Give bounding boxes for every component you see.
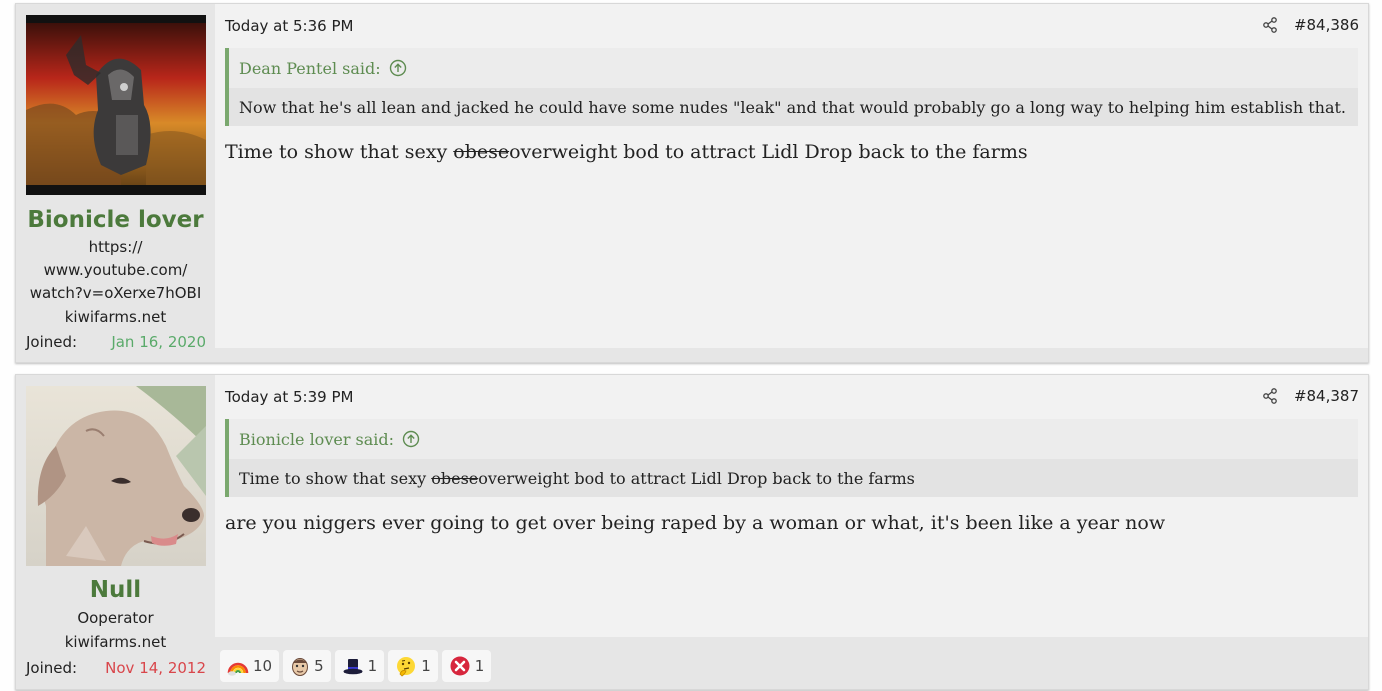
user-title-line: watch?v=oXerxe7hOBI	[29, 284, 202, 302]
reaction-count: 1	[367, 657, 378, 675]
post-date[interactable]: Today at 5:39 PM	[225, 388, 353, 406]
message-text: Time to show that sexy obeseoverweight b…	[225, 141, 1028, 163]
red-x-icon	[450, 656, 470, 676]
quote-part: overweight bod to attract Lidl Drop back…	[478, 469, 915, 488]
quote-header[interactable]: Dean Pentel said:	[229, 48, 1358, 88]
post: Null Ooperator kiwifarms.net Joined: Nov…	[15, 374, 1369, 690]
post-footer	[215, 348, 1368, 362]
reaction-face[interactable]: 5	[283, 650, 331, 682]
post-main: Today at 5:39 PM #84,387 Bionicle lover …	[215, 375, 1368, 689]
share-icon[interactable]	[1262, 388, 1278, 404]
message-text: are you niggers ever going to get over b…	[225, 512, 1166, 534]
user-title-line: Ooperator	[77, 609, 154, 627]
post: Bionicle lover https:// www.youtube.com/…	[15, 3, 1369, 363]
user-title-line: www.youtube.com/	[43, 261, 188, 279]
thread: Bionicle lover https:// www.youtube.com/…	[0, 0, 1382, 691]
joined-row: Joined: Nov 14, 2012	[26, 659, 206, 677]
user-cell: Bionicle lover https:// www.youtube.com/…	[16, 4, 215, 362]
reaction-count: 5	[314, 657, 324, 675]
message-struck: obese	[453, 141, 510, 163]
quote-author[interactable]: Dean Pentel said:	[239, 59, 381, 78]
reaction-bar: 10 5 1 1 1	[220, 650, 492, 682]
face-icon	[292, 658, 309, 676]
joined-date: Jan 16, 2020	[111, 333, 206, 351]
post-meta-right: #84,386	[1262, 16, 1359, 34]
quote-block: Dean Pentel said: Now that he's all lean…	[225, 48, 1358, 126]
top-hat-icon	[343, 659, 363, 675]
quote-part: Time to show that sexy	[239, 469, 432, 488]
message-part: overweight bod to attract Lidl Drop back…	[509, 141, 1028, 163]
thinking-face-icon	[397, 657, 416, 677]
arrow-up-circle-icon[interactable]	[402, 430, 420, 448]
quote-author[interactable]: Bionicle lover said:	[239, 430, 394, 449]
user-site: kiwifarms.net	[64, 633, 167, 651]
post-main: Today at 5:36 PM #84,386 Dean Pentel sai…	[215, 4, 1368, 362]
reaction-top-hat[interactable]: 1	[334, 650, 385, 682]
post-footer: 10 5 1 1 1	[215, 637, 1368, 689]
user-site: kiwifarms.net	[64, 308, 167, 326]
reaction-red-x[interactable]: 1	[441, 650, 492, 682]
avatar[interactable]	[26, 386, 206, 566]
post-number[interactable]: #84,386	[1294, 16, 1359, 34]
reaction-thinking[interactable]: 1	[388, 650, 438, 682]
post-date[interactable]: Today at 5:36 PM	[225, 17, 353, 35]
post-number[interactable]: #84,387	[1294, 387, 1359, 405]
arrow-up-circle-icon[interactable]	[389, 59, 407, 77]
joined-label: Joined:	[26, 333, 78, 351]
joined-date: Nov 14, 2012	[105, 659, 206, 677]
avatar[interactable]	[26, 15, 206, 195]
share-icon[interactable]	[1262, 17, 1278, 33]
joined-row: Joined: Jan 16, 2020	[26, 333, 206, 351]
quote-header[interactable]: Bionicle lover said:	[229, 419, 1358, 459]
reaction-rainbow[interactable]: 10	[220, 650, 280, 682]
reaction-count: 10	[253, 657, 273, 675]
user-cell: Null Ooperator kiwifarms.net Joined: Nov…	[16, 375, 215, 689]
joined-label: Joined:	[26, 659, 78, 677]
quote-struck: obese	[431, 469, 479, 488]
reaction-count: 1	[474, 657, 485, 675]
message-part: Time to show that sexy	[225, 141, 454, 163]
user-title-line: https://	[88, 238, 143, 256]
post-meta-right: #84,387	[1262, 387, 1359, 405]
reaction-count: 1	[421, 657, 431, 675]
username[interactable]: Null	[16, 577, 215, 603]
username[interactable]: Bionicle lover	[16, 207, 215, 233]
quote-text: Now that he's all lean and jacked he cou…	[229, 88, 1358, 126]
rainbow-icon	[227, 662, 249, 676]
quote-block: Bionicle lover said: Time to show that s…	[225, 419, 1358, 497]
quote-text: Time to show that sexy obeseoverweight b…	[229, 459, 1358, 497]
